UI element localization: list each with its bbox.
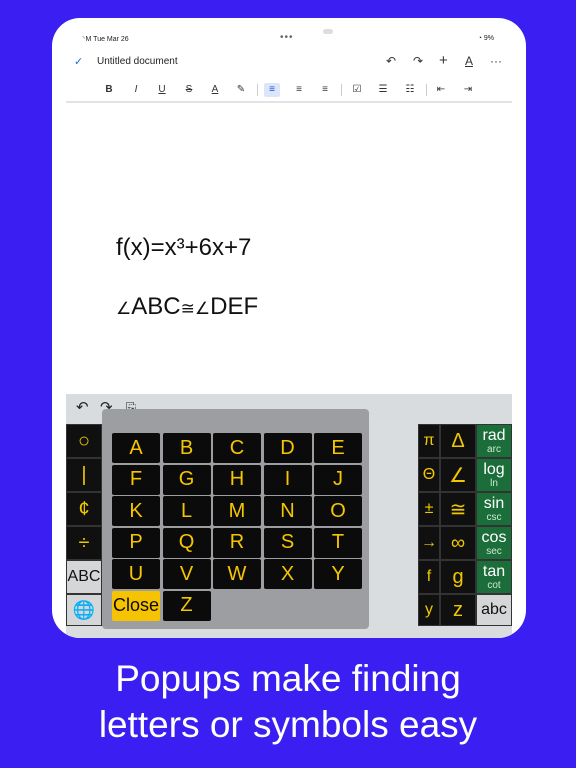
key-arrow[interactable]: → xyxy=(418,526,440,560)
italic-button[interactable]: I xyxy=(128,83,144,97)
format-toolbar: B I U S A ✎ ≡ ≡ ≡ ☑ ☰ ☷ ⇤ ⇥ xyxy=(66,79,512,103)
abc-mode-key[interactable]: ABC xyxy=(66,560,102,594)
letter-popup: A B C D E F G H I J K L M N O P Q R S T U V W X Y Close Z xyxy=(102,409,369,629)
close-button[interactable]: Close xyxy=(112,590,160,621)
popup-key-z[interactable]: Z xyxy=(162,590,211,621)
popup-key-x[interactable]: X xyxy=(263,559,312,589)
key-angle[interactable]: ∠ xyxy=(440,458,476,492)
key-pi[interactable]: π xyxy=(418,424,440,458)
key-pipe[interactable]: | xyxy=(66,458,102,492)
popup-key-u[interactable]: U xyxy=(112,559,160,589)
align-right-icon[interactable]: ≡ xyxy=(317,83,333,97)
key-sin[interactable]: sin csc xyxy=(476,492,512,526)
document-title[interactable]: Untitled document xyxy=(97,56,178,67)
key-congruent[interactable]: ≅ xyxy=(440,492,476,526)
undo-icon[interactable]: ↶ xyxy=(76,398,89,416)
divider xyxy=(426,84,427,96)
undo-icon[interactable]: ↶ xyxy=(386,54,396,68)
popup-key-h[interactable]: H xyxy=(213,464,261,495)
multitask-dots[interactable]: ••• xyxy=(280,32,294,43)
align-center-icon[interactable]: ≡ xyxy=(291,83,307,97)
decrease-indent-icon[interactable]: ⇤ xyxy=(433,83,449,97)
popup-key-m[interactable]: M xyxy=(213,496,261,526)
highlight-icon[interactable]: ✎ xyxy=(233,83,249,97)
popup-key-s[interactable]: S xyxy=(263,527,312,558)
bullet-list-icon[interactable]: ☰ xyxy=(375,83,391,97)
key-y[interactable]: y xyxy=(418,594,440,626)
function-equation: f(x)=x³+6x+7 xyxy=(116,234,252,261)
key-divide[interactable]: ÷ xyxy=(66,526,102,560)
align-left-icon[interactable]: ≡ xyxy=(264,83,280,97)
add-icon[interactable]: + xyxy=(439,52,448,69)
popup-key-w[interactable]: W xyxy=(213,559,261,589)
status-time: ⸌M Tue Mar 26 xyxy=(82,36,129,43)
popup-key-n[interactable]: N xyxy=(263,496,312,526)
popup-key-t[interactable]: T xyxy=(314,527,362,558)
globe-icon[interactable]: 🌐 xyxy=(66,594,102,626)
document-body[interactable]: f(x)=x³+6x+7 ∠ABC≅∠DEF xyxy=(66,108,512,394)
marketing-caption: Popups make finding letters or symbols e… xyxy=(0,656,576,748)
numbered-list-icon[interactable]: ☷ xyxy=(402,83,418,97)
camera-notch xyxy=(323,29,333,34)
increase-indent-icon[interactable]: ⇥ xyxy=(460,83,476,97)
popup-key-d[interactable]: D xyxy=(263,433,312,463)
key-tan[interactable]: tan cot xyxy=(476,560,512,594)
popup-key-g[interactable]: G xyxy=(162,464,211,495)
key-cent[interactable]: ¢ xyxy=(66,492,102,526)
popup-key-b[interactable]: B xyxy=(162,433,211,463)
key-infinity[interactable]: ∞ xyxy=(440,526,476,560)
doc-toolbar: ✓ Untitled document ↶ ↷ + A ··· xyxy=(66,52,512,74)
text-format-icon[interactable]: A xyxy=(465,54,473,68)
popup-key-l[interactable]: L xyxy=(162,496,211,526)
divider xyxy=(341,84,342,96)
key-delta[interactable]: Δ xyxy=(440,424,476,458)
key-circle[interactable]: ○ xyxy=(66,424,102,458)
congruence-statement: ∠ABC≅∠DEF xyxy=(116,293,259,320)
redo-icon[interactable]: ↷ xyxy=(413,54,423,68)
underline-button[interactable]: U xyxy=(154,83,170,97)
abc-lower-key[interactable]: abc xyxy=(476,594,512,626)
caption-line-1: Popups make finding xyxy=(115,658,461,699)
text-color-button[interactable]: A xyxy=(207,83,223,97)
popup-key-a[interactable]: A xyxy=(112,433,160,463)
more-options-icon[interactable]: ··· xyxy=(490,54,502,68)
key-theta[interactable]: Θ xyxy=(418,458,440,492)
popup-key-i[interactable]: I xyxy=(263,464,312,495)
caption-line-2: letters or symbols easy xyxy=(98,704,478,745)
checklist-icon[interactable]: ☑ xyxy=(349,83,365,97)
divider xyxy=(257,84,258,96)
key-f[interactable]: f xyxy=(418,560,440,594)
key-g[interactable]: g xyxy=(440,560,476,594)
key-z[interactable]: z xyxy=(440,594,476,626)
popup-key-r[interactable]: R xyxy=(213,527,261,558)
popup-key-f[interactable]: F xyxy=(112,464,160,495)
key-plus-minus[interactable]: ± xyxy=(418,492,440,526)
popup-key-o[interactable]: O xyxy=(314,496,362,526)
key-log[interactable]: log ln xyxy=(476,458,512,492)
popup-key-q[interactable]: Q xyxy=(162,527,211,558)
popup-key-v[interactable]: V xyxy=(162,559,211,589)
popup-key-j[interactable]: J xyxy=(314,464,362,495)
popup-key-k[interactable]: K xyxy=(112,496,160,526)
strikethrough-button[interactable]: S xyxy=(181,83,197,97)
popup-key-p[interactable]: P xyxy=(112,527,160,558)
popup-key-e[interactable]: E xyxy=(314,433,362,463)
key-rad[interactable]: rad arc xyxy=(476,424,512,458)
popup-key-y[interactable]: Y xyxy=(314,559,362,589)
bold-button[interactable]: B xyxy=(101,83,117,97)
key-cos[interactable]: cos sec xyxy=(476,526,512,560)
battery-indicator: ◔ 9% xyxy=(477,35,494,42)
done-check-icon[interactable]: ✓ xyxy=(74,55,83,68)
popup-key-c[interactable]: C xyxy=(213,433,261,463)
